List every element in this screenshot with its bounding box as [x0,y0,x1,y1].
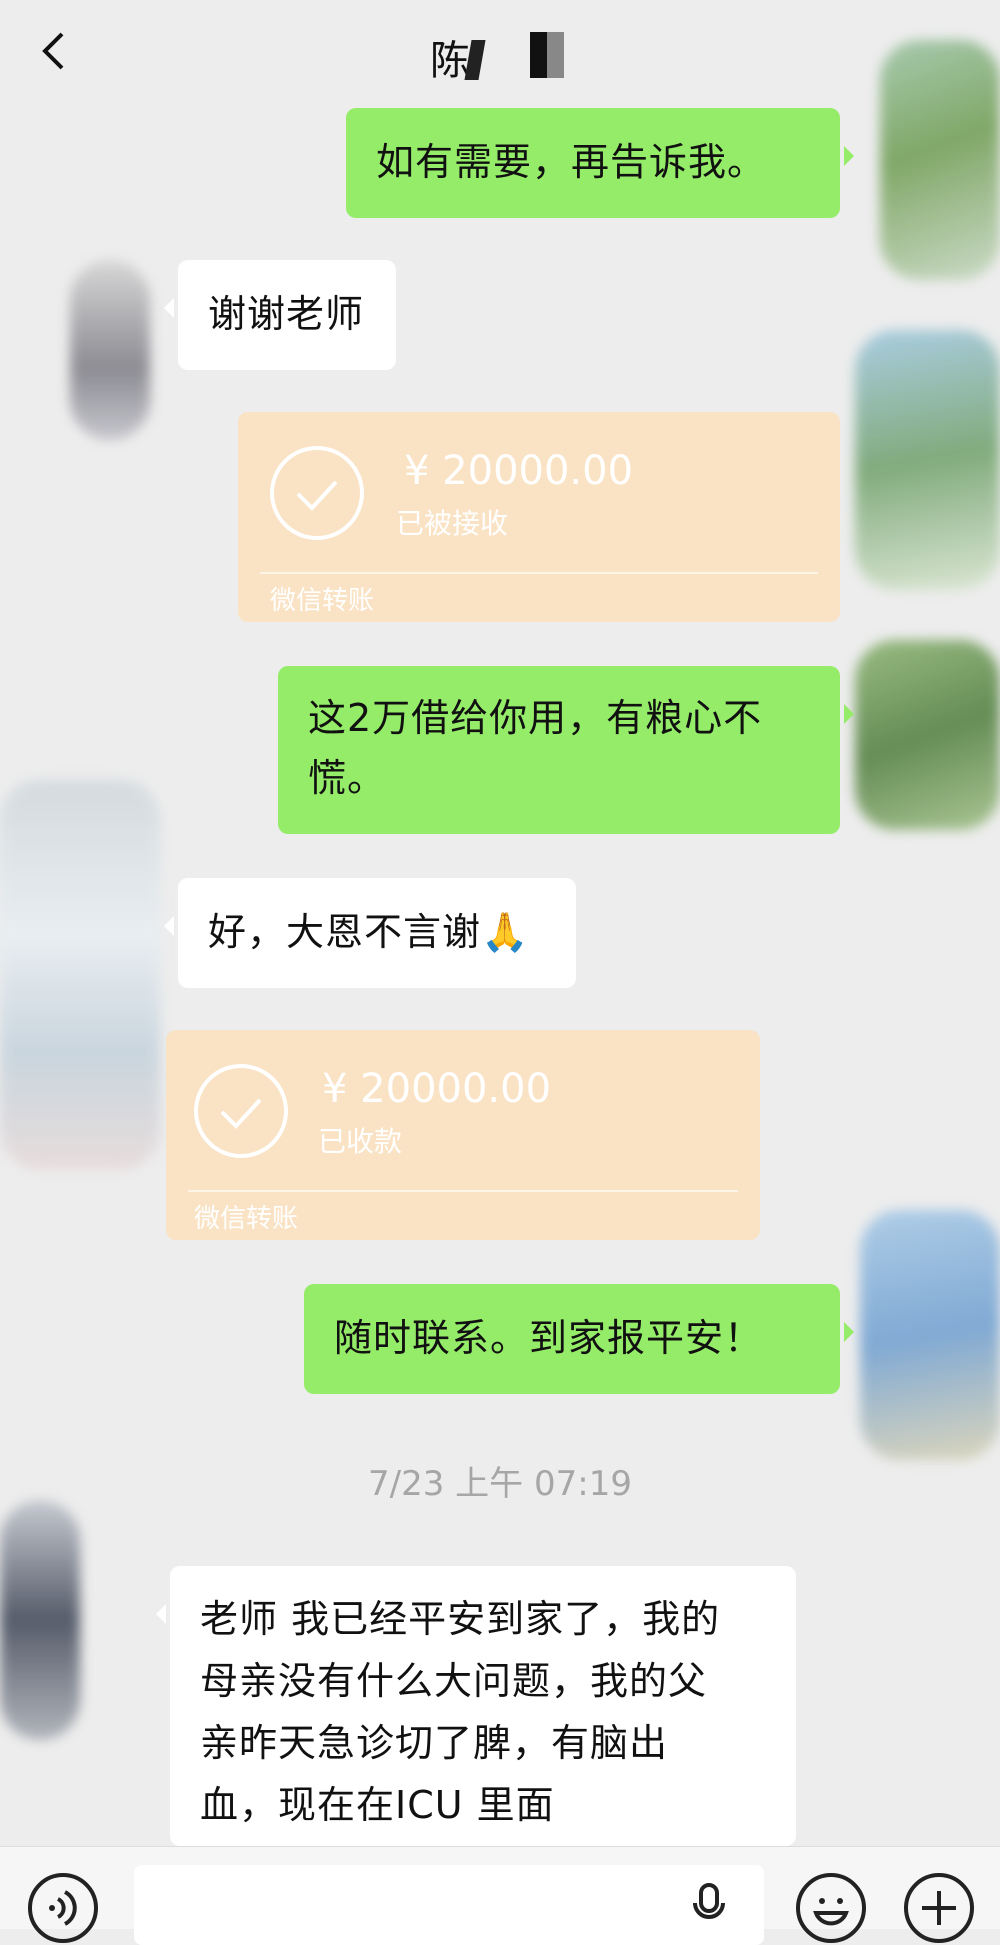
contact-avatar[interactable] [70,260,150,440]
input-bar [0,1846,1000,1945]
message-text: 好，大恩不言谢🙏 [208,910,530,954]
transfer-label: 微信转账 [270,586,375,616]
my-avatar[interactable] [880,40,1000,280]
emoji-icon[interactable] [796,1873,866,1943]
transfer-card[interactable]: ¥ 20000.00 已收款 微信转账 [166,1030,760,1240]
transfer-status: 已收款 [318,1125,403,1158]
message-text: 谢谢老师 [208,292,365,336]
my-avatar[interactable] [855,330,1000,590]
message-text: 血，现在在ICU 里面 [200,1783,555,1827]
contact-avatar[interactable] [0,1500,80,1740]
transfer-amount: ¥ 20000.00 [404,448,634,494]
message-text: 如有需要，再告诉我。 [376,140,767,184]
transfer-card[interactable]: ¥ 20000.00 已被接收 微信转账 [238,412,840,622]
contact-avatar[interactable] [0,780,160,1170]
message-text: 母亲没有什么大问题，我的父 [200,1659,708,1703]
incoming-message[interactable]: 谢谢老师 [164,260,396,370]
transfer-label: 微信转账 [194,1204,299,1234]
outgoing-message[interactable]: 如有需要，再告诉我。 [346,108,854,218]
microphone-icon[interactable] [692,1881,726,1929]
chat-header: 陈 [0,0,1000,108]
transfer-amount: ¥ 20000.00 [322,1066,552,1112]
message-input[interactable] [134,1865,764,1945]
incoming-message[interactable]: 好，大恩不言谢🙏 [164,878,576,988]
message-text: 亲昨天急诊切了脾，有脑出 [200,1721,669,1765]
chat-timestamp: 7/23 上午 07:19 [368,1464,632,1504]
check-circle-icon [194,1064,288,1158]
plus-icon[interactable] [904,1873,974,1943]
my-avatar[interactable] [855,640,1000,830]
message-text: 老师 我已经平安到家了，我的 [200,1597,721,1641]
my-avatar[interactable] [860,1210,1000,1460]
outgoing-message[interactable]: 这2万借给你用，有粮心不 慌。 [278,666,854,834]
back-arrow-icon[interactable] [30,26,80,76]
transfer-status: 已被接收 [396,507,509,540]
outgoing-message[interactable]: 随时联系。到家报平安！ [304,1284,854,1394]
divider [260,572,818,574]
divider [188,1190,738,1192]
check-circle-icon [270,446,364,540]
incoming-message[interactable]: 老师 我已经平安到家了，我的 母亲没有什么大问题，我的父 亲昨天急诊切了脾，有脑… [156,1566,796,1846]
message-text: 随时联系。到家报平安！ [334,1316,764,1360]
redaction-mark [530,32,564,78]
voice-icon[interactable] [28,1873,98,1943]
message-text: 这2万借给你用，有粮心不 [308,696,763,740]
message-text: 慌。 [308,756,387,800]
